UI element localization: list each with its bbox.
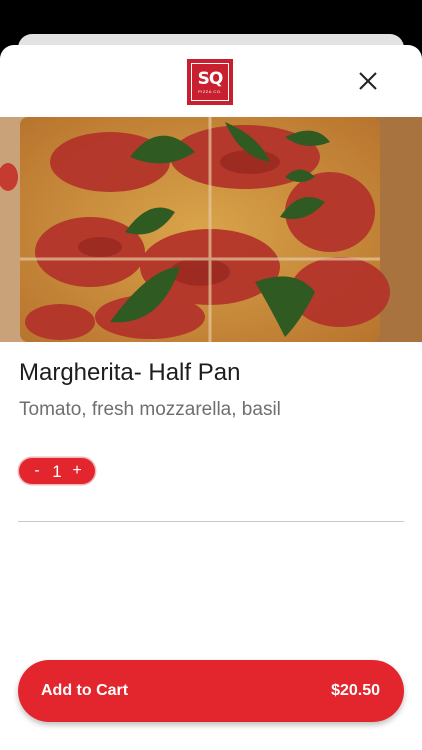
item-name: Margherita- Half Pan — [19, 359, 241, 386]
increment-button[interactable]: + — [71, 463, 83, 479]
add-to-cart-label: Add to Cart — [41, 682, 129, 699]
pizza-photo — [0, 117, 422, 342]
decrement-button[interactable]: - — [31, 463, 43, 479]
logo-frame: SQ PIZZA CO. — [191, 63, 229, 101]
close-icon — [359, 72, 377, 90]
add-to-cart-button[interactable]: Add to Cart $20.50 — [18, 660, 404, 722]
close-button[interactable] — [352, 65, 384, 97]
divider — [18, 521, 404, 522]
item-description: Tomato, fresh mozzarella, basil — [19, 399, 281, 420]
brand-logo: SQ PIZZA CO. — [187, 59, 233, 105]
cart-price: $20.50 — [331, 682, 380, 699]
quantity-stepper: - 1 + — [19, 458, 95, 484]
sheet-header: SQ PIZZA CO. — [0, 45, 422, 117]
logo-mark: SQ — [197, 68, 224, 89]
logo-subtext: PIZZA CO. — [198, 88, 222, 94]
item-detail-sheet: SQ PIZZA CO. Margherita- Half Pan Tomato… — [0, 45, 422, 750]
quantity-value: 1 — [52, 461, 62, 481]
item-photo — [0, 117, 422, 342]
